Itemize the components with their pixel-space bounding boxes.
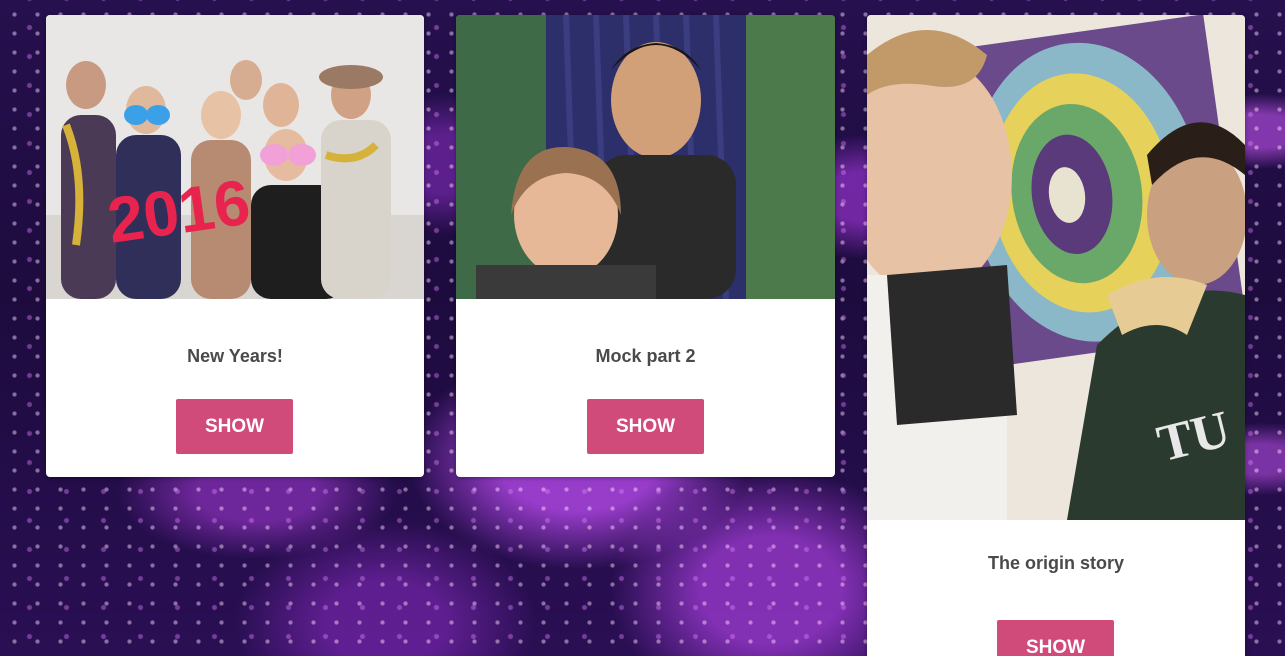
- album-card-mock-part-2: Mock part 2 SHOW: [456, 15, 835, 477]
- album-title: New Years!: [187, 346, 283, 366]
- album-title: Mock part 2: [595, 346, 696, 366]
- album-photo[interactable]: 2016: [46, 15, 424, 299]
- album-photo[interactable]: [456, 15, 835, 299]
- show-button[interactable]: SHOW: [176, 399, 293, 454]
- album-card-origin-story: TU The origin story SHOW: [867, 15, 1245, 656]
- show-button[interactable]: SHOW: [587, 399, 704, 454]
- album-title: The origin story: [987, 553, 1124, 573]
- album-photo[interactable]: TU: [867, 15, 1245, 520]
- show-button[interactable]: SHOW: [997, 620, 1114, 656]
- album-card-new-years: 2016 New Years! SHOW: [46, 15, 424, 477]
